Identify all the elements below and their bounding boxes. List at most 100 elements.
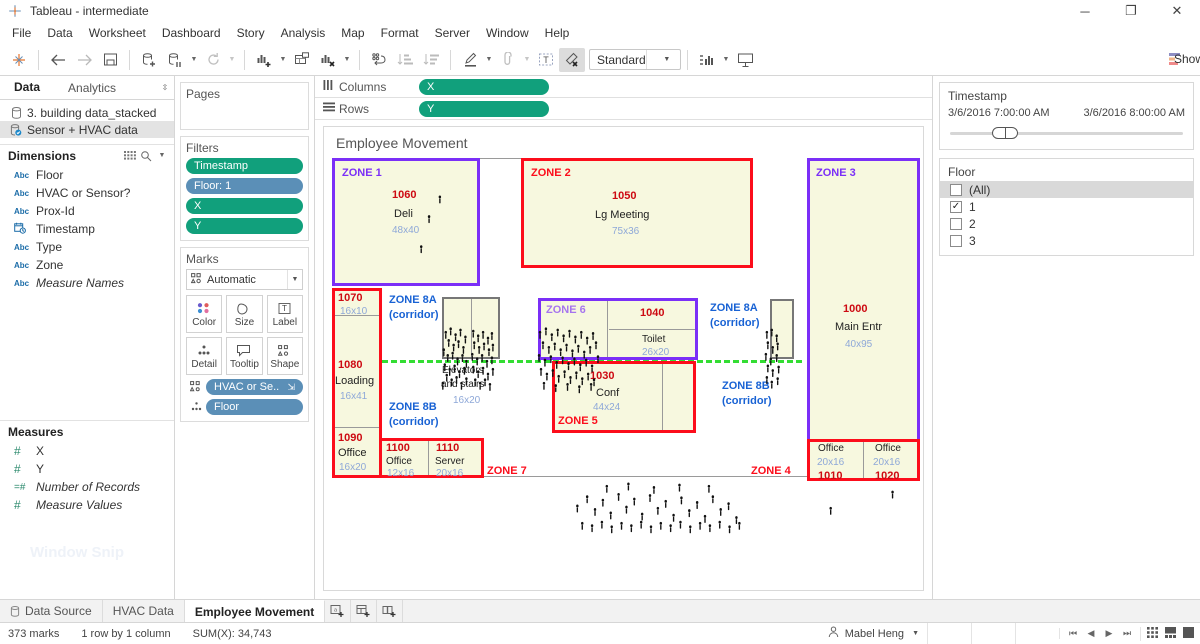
menu-map[interactable]: Map: [333, 24, 372, 42]
chevron-down-icon[interactable]: ▼: [720, 48, 732, 72]
filter-pill-floor[interactable]: Floor: 1: [186, 178, 303, 194]
marks-label-button[interactable]: T Label: [266, 295, 303, 333]
new-worksheet-icon[interactable]: [251, 48, 277, 72]
pane-options-icon[interactable]: ⇳: [156, 76, 174, 99]
columns-pill-x[interactable]: X: [419, 78, 549, 95]
floor-option-1[interactable]: ✓ 1: [940, 198, 1193, 215]
measure-x[interactable]: # X: [0, 442, 174, 460]
next-page-icon[interactable]: ▶: [1100, 628, 1118, 639]
clear-sheet-icon[interactable]: [315, 48, 341, 72]
duplicate-sheet-icon[interactable]: [289, 48, 315, 72]
menu-worksheet[interactable]: Worksheet: [81, 24, 154, 42]
restore-icon[interactable]: ❐: [1108, 0, 1154, 22]
checkbox-all[interactable]: [950, 183, 962, 196]
grid-view-icon[interactable]: [1147, 626, 1158, 641]
chevron-down-icon[interactable]: ▼: [521, 48, 533, 72]
highlight-icon[interactable]: [457, 48, 483, 72]
sort-ascending-icon[interactable]: [392, 48, 418, 72]
menu-help[interactable]: Help: [537, 24, 578, 42]
marks-detail-button[interactable]: Detail: [186, 337, 223, 375]
marks-shape-button[interactable]: Shape: [266, 337, 303, 375]
dimension-measure-names[interactable]: Abc Measure Names: [0, 274, 174, 292]
clear-cards-icon[interactable]: [559, 47, 585, 72]
tab-analytics[interactable]: Analytics: [54, 76, 130, 99]
datasource-building-data-stacked[interactable]: 3. building data_stacked: [0, 104, 174, 121]
floor-option-3[interactable]: 3: [940, 232, 1193, 249]
floorplan-canvas[interactable]: Employee Movement ZONE 1 1060 Deli 48x40…: [323, 126, 924, 591]
menu-server[interactable]: Server: [427, 24, 478, 42]
new-story-icon[interactable]: [377, 600, 404, 622]
floor-option-all[interactable]: (All): [940, 181, 1193, 198]
fit-dropdown[interactable]: Standard ▼: [589, 49, 681, 70]
mark-type-dropdown[interactable]: Automatic ▼: [186, 269, 303, 290]
last-page-icon[interactable]: ⏭: [1118, 628, 1136, 639]
marks-tooltip-button[interactable]: Tooltip: [226, 337, 263, 375]
filter-pill-timestamp[interactable]: Timestamp: [186, 158, 303, 174]
chevron-down-icon[interactable]: ▼: [188, 48, 200, 72]
chevron-down-icon[interactable]: ▼: [154, 148, 170, 164]
marks-pill-hvac-or-sensor[interactable]: HVAC or Se.. ⇲: [206, 379, 303, 395]
rows-shelf[interactable]: Rows Y: [315, 98, 932, 120]
chevron-down-icon[interactable]: ▼: [277, 48, 289, 72]
tab-data[interactable]: Data: [0, 76, 55, 99]
minimize-icon[interactable]: ─: [1062, 0, 1108, 22]
columns-shelf[interactable]: Columns X: [315, 76, 932, 98]
checkbox-floor-2[interactable]: [950, 217, 962, 230]
presentation-mode-icon[interactable]: [732, 48, 758, 72]
floor-option-2[interactable]: 2: [940, 215, 1193, 232]
chevron-down-icon[interactable]: ▼: [287, 270, 302, 289]
chevron-down-icon[interactable]: ▼: [483, 48, 495, 72]
sheet-view-icon[interactable]: [1183, 626, 1194, 641]
new-dashboard-icon[interactable]: [351, 600, 378, 622]
chevron-down-icon[interactable]: ▼: [912, 630, 919, 637]
first-page-icon[interactable]: ⏮: [1064, 628, 1082, 639]
checkbox-floor-1[interactable]: ✓: [950, 200, 962, 213]
chevron-down-icon[interactable]: ▼: [341, 48, 353, 72]
dimension-prox-id[interactable]: Abc Prox-Id: [0, 202, 174, 220]
new-worksheet-icon[interactable]: a: [325, 600, 352, 622]
filter-pill-y[interactable]: Y: [186, 218, 303, 234]
tab-hvac-data[interactable]: HVAC Data: [103, 600, 185, 622]
back-arrow-icon[interactable]: [45, 48, 71, 72]
close-icon[interactable]: ✕: [1154, 0, 1200, 22]
save-icon[interactable]: [97, 48, 123, 72]
menu-data[interactable]: Data: [39, 24, 80, 42]
marks-pill-floor[interactable]: Floor: [206, 399, 303, 415]
refresh-data-source-icon[interactable]: [200, 48, 226, 72]
marks-size-button[interactable]: Size: [226, 295, 263, 333]
measure-y[interactable]: # Y: [0, 460, 174, 478]
filter-pill-x[interactable]: X: [186, 198, 303, 214]
show-labels-icon[interactable]: T: [533, 48, 559, 72]
marks-color-button[interactable]: Color: [186, 295, 223, 333]
forward-arrow-icon[interactable]: [71, 48, 97, 72]
previous-page-icon[interactable]: ◀: [1082, 628, 1100, 639]
user-account[interactable]: Mabel Heng ▼: [820, 626, 927, 641]
menu-analysis[interactable]: Analysis: [273, 24, 334, 42]
sort-descending-icon[interactable]: [418, 48, 444, 72]
filmstrip-view-icon[interactable]: [1165, 626, 1176, 641]
menu-dashboard[interactable]: Dashboard: [154, 24, 229, 42]
tableau-home-icon[interactable]: [6, 48, 32, 72]
search-icon[interactable]: [138, 148, 154, 164]
dimension-floor[interactable]: Abc Floor: [0, 166, 174, 184]
checkbox-floor-3[interactable]: [950, 234, 962, 247]
slider-thumb[interactable]: [991, 127, 1018, 139]
pause-data-source-icon[interactable]: [162, 48, 188, 72]
timestamp-slider[interactable]: [950, 127, 1183, 139]
tab-data-source[interactable]: Data Source: [0, 600, 103, 622]
grid-view-icon[interactable]: [122, 148, 138, 164]
menu-window[interactable]: Window: [478, 24, 537, 42]
show-me-button[interactable]: Show Me: [1162, 48, 1200, 72]
dimension-type[interactable]: Abc Type: [0, 238, 174, 256]
new-data-source-icon[interactable]: [136, 48, 162, 72]
rows-pill-y[interactable]: Y: [419, 100, 549, 117]
measure-number-of-records[interactable]: =# Number of Records: [0, 478, 174, 496]
menu-format[interactable]: Format: [373, 24, 427, 42]
fit-axis-icon[interactable]: [694, 48, 720, 72]
chevron-down-icon[interactable]: ▼: [645, 50, 680, 69]
menu-file[interactable]: File: [4, 24, 39, 42]
dimension-timestamp[interactable]: Timestamp: [0, 220, 174, 238]
chevron-down-icon[interactable]: ▼: [226, 48, 238, 72]
datasource-sensor-hvac-data[interactable]: Sensor + HVAC data: [0, 121, 174, 138]
slider-track[interactable]: [950, 132, 1183, 135]
